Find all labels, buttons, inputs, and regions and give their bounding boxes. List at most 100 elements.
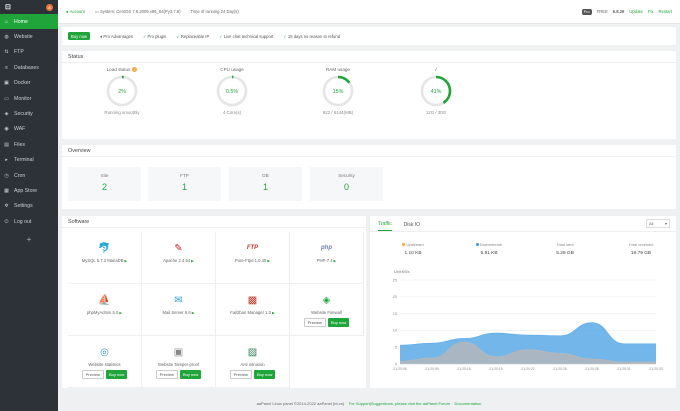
sidebar-item-cron[interactable]: ◷ Cron: [0, 168, 58, 183]
sidebar-item-monitor[interactable]: ▭ Monitor: [0, 91, 58, 106]
sidebar-header: ⊡ 8: [0, 0, 58, 14]
sidebar-item-docker[interactable]: ▣ Docker: [0, 76, 58, 91]
gauge-ring: 15%: [322, 75, 354, 107]
forum-link[interactable]: For Support|Suggestions, please visit th…: [349, 401, 450, 406]
preview-button[interactable]: Preview: [229, 370, 252, 379]
monitor-icon: ▭: [4, 95, 9, 102]
tab-disk-io[interactable]: Disk IO: [404, 222, 420, 231]
overview-card-label: Security: [338, 173, 355, 178]
software-glyph-icon: ◈: [322, 294, 331, 306]
gauge-ring: 0.5%: [216, 75, 248, 107]
gauge-label-text: CPU usage: [220, 67, 244, 72]
overview-card-site[interactable]: Site 2: [68, 167, 141, 201]
software-item[interactable]: ⛵ phpMyAdmin 5.0 ▶: [68, 284, 142, 336]
fix-link[interactable]: Fix: [648, 9, 654, 14]
software-item[interactable]: ▩ Fail2ban Manager 1.0 ▶: [216, 284, 290, 336]
software-name: Website Tamper-proof: [142, 362, 215, 367]
sidebar-item-security[interactable]: ◈ Security: [0, 106, 58, 121]
preview-button[interactable]: Preview: [81, 370, 104, 379]
notification-badge[interactable]: 8: [46, 3, 53, 11]
update-link[interactable]: Update: [629, 9, 643, 14]
buy-now-button[interactable]: Buy now: [68, 32, 91, 40]
software-name: Apache 2.4.54 ▶: [142, 258, 215, 263]
software-icon: ▩: [216, 292, 289, 308]
overview-card-ftp[interactable]: FTP 1: [148, 167, 221, 201]
feature-item: ✓Pro plugin: [143, 34, 166, 39]
preview-button[interactable]: Preview: [303, 318, 326, 327]
software-panel: Software 🐬 MySQL 5.7.3 MariaDB ▶ ✎ Apache 2…: [62, 216, 366, 388]
gauge-0[interactable]: Load status! 2% Running smoothly: [92, 67, 152, 115]
x-tick-label: 21:20:16: [457, 367, 470, 371]
network-select[interactable]: All ▾: [646, 219, 670, 228]
tab-traffic[interactable]: Traffic: [378, 221, 392, 231]
y-tick-label: 25: [393, 278, 397, 282]
sidebar-item-terminal[interactable]: ▸ Terminal: [0, 153, 58, 168]
overview-card-db[interactable]: DB 1: [229, 167, 302, 201]
feature-label: Replaceable IP: [180, 33, 210, 39]
software-glyph-icon: ⛵: [98, 294, 111, 306]
software-item[interactable]: php PHP-7.4 ▶: [290, 232, 364, 284]
x-tick-label: 21:20:31: [617, 367, 630, 371]
overview-card-security[interactable]: Security 0: [310, 167, 383, 201]
gauge-label: Load status!: [92, 67, 152, 73]
traffic-stat-value: 5.91 KB: [480, 251, 498, 256]
overview-card-value: 1: [262, 182, 268, 192]
restart-link[interactable]: Restart: [659, 9, 673, 14]
play-icon[interactable]: ▶: [118, 311, 122, 315]
add-menu-button[interactable]: +: [0, 231, 58, 246]
sidebar-item-settings[interactable]: ✲ Settings: [0, 199, 58, 214]
gauge-2[interactable]: RAM usage 15% 922 / 6144(MB): [308, 67, 368, 115]
gauge-value: 2%: [118, 89, 126, 95]
software-item[interactable]: ✉ Mail Server 6.6 ▶: [142, 284, 216, 336]
system-info: System: CentOS 7.9.2009 x86_64(Py3.7.9): [99, 9, 181, 14]
account-link[interactable]: Account: [70, 9, 85, 14]
software-item[interactable]: ✎ Apache 2.4.54 ▶: [142, 232, 216, 284]
pro-advantages[interactable]: ♦ Pro Advantages: [100, 34, 133, 39]
software-name: phpMyAdmin 5.0 ▶: [68, 310, 141, 315]
traffic-stat-label-text: Total received: [628, 242, 654, 247]
gauge-subtext: 4 Core(s): [222, 110, 242, 115]
play-icon[interactable]: ▶: [333, 259, 337, 263]
buy-now-button[interactable]: Buy now: [253, 370, 276, 379]
play-icon[interactable]: ▶: [271, 311, 275, 315]
play-icon[interactable]: ▶: [266, 259, 270, 263]
y-tick-label: 0: [395, 362, 397, 366]
software-item[interactable]: FTP Pure-Ftpd 1.0.49 ▶: [216, 232, 290, 284]
software-actions: Preview Buy now: [68, 370, 141, 379]
preview-button[interactable]: Preview: [155, 370, 178, 379]
sidebar-item-waf[interactable]: ◉ WAF: [0, 122, 58, 137]
software-icon: ▣: [142, 344, 215, 360]
software-item[interactable]: 🐬 MySQL 5.7.3 MariaDB ▶: [68, 232, 142, 284]
play-icon[interactable]: ▶: [191, 311, 195, 315]
buy-now-button[interactable]: Buy now: [179, 370, 202, 379]
sidebar-item-app-store[interactable]: ▦ App Store: [0, 183, 58, 198]
play-icon[interactable]: ▶: [190, 259, 194, 263]
documentation-link[interactable]: Documentation: [455, 401, 482, 406]
check-icon: ✓: [142, 33, 147, 39]
software-item[interactable]: ◎ Website statistics Preview Buy now: [68, 336, 142, 388]
software-item[interactable]: ▣ Website Tamper-proof Preview Buy now: [142, 336, 216, 388]
sidebar-item-ftp[interactable]: ⇅ FTP: [0, 45, 58, 60]
buy-now-button[interactable]: Buy now: [327, 318, 350, 327]
buy-now-button[interactable]: Buy now: [105, 370, 128, 379]
sidebar-item-databases[interactable]: ≡ Databases: [0, 60, 58, 75]
traffic-chart: Unit:KB/s 0 5 10 15 20 25 21:20:06 21:20:09 21:20…: [393, 270, 663, 371]
sidebar-item-log-out[interactable]: ⏻ Log out: [0, 214, 58, 229]
overview-card-label: Site: [100, 173, 109, 178]
sidebar-item-files[interactable]: ▤ Files: [0, 137, 58, 152]
gauge-1[interactable]: CPU usage 0.5% 4 Core(s): [202, 67, 262, 115]
software-title: Software: [62, 216, 366, 228]
play-icon[interactable]: ▶: [123, 259, 127, 263]
software-item[interactable]: ▨ Anti intrusion Preview Buy now: [216, 336, 290, 388]
sidebar-item-home[interactable]: ⌂ Home: [0, 14, 58, 30]
software-item[interactable]: ◈ Website Firewall Preview Buy now: [290, 284, 364, 336]
gauge-subtext: 12G / 30G: [425, 110, 447, 115]
traffic-stat-2: Total sent 5.29 GB: [540, 242, 590, 256]
pro-badge[interactable]: Pro: [581, 8, 592, 15]
top-bar: ● Account ▭ System: CentOS 7.9.2009 x86_…: [58, 0, 680, 24]
sidebar-item-website[interactable]: ◍ Website: [0, 29, 58, 44]
sidebar-item-label: Terminal: [14, 157, 34, 164]
feature-label: Live chat technical support: [223, 33, 274, 39]
gauge-3[interactable]: / 41% 12G / 30G: [406, 67, 466, 115]
check-icon: ✓: [219, 33, 223, 39]
